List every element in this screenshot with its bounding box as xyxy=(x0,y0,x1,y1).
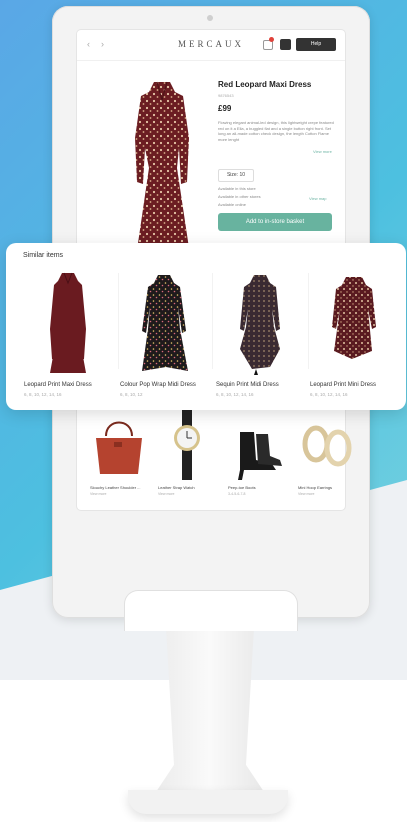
dress-image xyxy=(142,275,188,371)
similar-item[interactable]: Sequin Print Midi Dress 6, 8, 10, 12, 14… xyxy=(212,269,308,403)
basket-badge xyxy=(269,37,274,42)
availability-online: Available online xyxy=(218,202,246,207)
product-price: £99 xyxy=(218,104,232,113)
accessory-item[interactable]: Mini Hoop Earrings View more xyxy=(296,408,358,500)
similar-item-name: Leopard Print Maxi Dress xyxy=(24,382,92,388)
similar-item[interactable]: Leopard Print Mini Dress 6, 8, 10, 12, 1… xyxy=(306,269,402,403)
menu-icon[interactable] xyxy=(280,39,291,50)
help-button[interactable]: Help xyxy=(296,38,336,51)
watch-image xyxy=(174,410,200,480)
accessory-name: Peep-toe Boots xyxy=(228,485,256,490)
kiosk-base xyxy=(128,790,288,814)
product-title: Red Leopard Maxi Dress xyxy=(218,80,312,89)
camera-icon xyxy=(207,15,213,21)
dress-image xyxy=(50,272,86,373)
accessory-sub: 3-4-5-6-7-8 xyxy=(228,492,246,496)
similar-item-sizes: 6, 8, 10, 12, 14, 16 xyxy=(310,392,348,397)
similar-item-sizes: 6, 8, 10, 12, 14, 16 xyxy=(24,392,62,397)
view-more-link[interactable]: View more xyxy=(313,149,332,154)
dress-image xyxy=(240,275,280,375)
handbag-image xyxy=(96,421,142,474)
similar-items-panel: Similar items Leopard Print Maxi Dress 6… xyxy=(6,243,406,410)
accessory-item[interactable]: Leather Strap Watch View more xyxy=(156,408,218,500)
accessory-name: Leather Strap Watch xyxy=(158,485,195,490)
similar-item[interactable]: Colour Pop Wrap Midi Dress 6, 8, 10, 12 xyxy=(116,269,212,403)
availability-other-stores: Available in other stores xyxy=(218,194,261,199)
top-bar: ‹ › MERCAUX Help xyxy=(77,30,345,61)
view-map-link[interactable]: View map xyxy=(309,196,327,201)
earrings-image xyxy=(302,425,352,467)
kiosk-notch xyxy=(124,590,298,631)
similar-item[interactable]: Leopard Print Maxi Dress 6, 8, 10, 12, 1… xyxy=(20,269,116,403)
dress-image xyxy=(332,277,376,359)
similar-items-title: Similar items xyxy=(23,252,64,259)
similar-item-sizes: 6, 8, 10, 12 xyxy=(120,392,143,397)
accessory-name: Mini Hoop Earrings xyxy=(298,485,333,490)
accessory-sub: View more xyxy=(158,492,175,496)
boots-image xyxy=(238,432,282,480)
accessory-sub: View more xyxy=(90,492,107,496)
size-selector[interactable]: Size: 10 xyxy=(218,169,254,182)
product-image xyxy=(135,81,189,260)
product-description: Flowing elegant animal-led design, this … xyxy=(218,120,334,142)
accessory-item[interactable]: Peep-toe Boots 3-4-5-6-7-8 xyxy=(226,408,288,500)
similar-item-sizes: 6, 8, 10, 12, 14, 16 xyxy=(216,392,254,397)
availability-store: Available in this store xyxy=(218,186,256,191)
product-code: 9876543 xyxy=(218,93,234,98)
accessory-name: Slouchy Leather Shoulder ... xyxy=(90,485,141,490)
add-to-basket-button[interactable]: Add to in-store basket xyxy=(218,213,332,231)
similar-item-name: Sequin Print Midi Dress xyxy=(216,382,279,388)
accessory-item[interactable]: Slouchy Leather Shoulder ... View more xyxy=(88,408,150,500)
similar-item-name: Leopard Print Mini Dress xyxy=(310,382,377,388)
accessory-sub: View more xyxy=(298,492,315,496)
similar-item-name: Colour Pop Wrap Midi Dress xyxy=(120,382,196,388)
